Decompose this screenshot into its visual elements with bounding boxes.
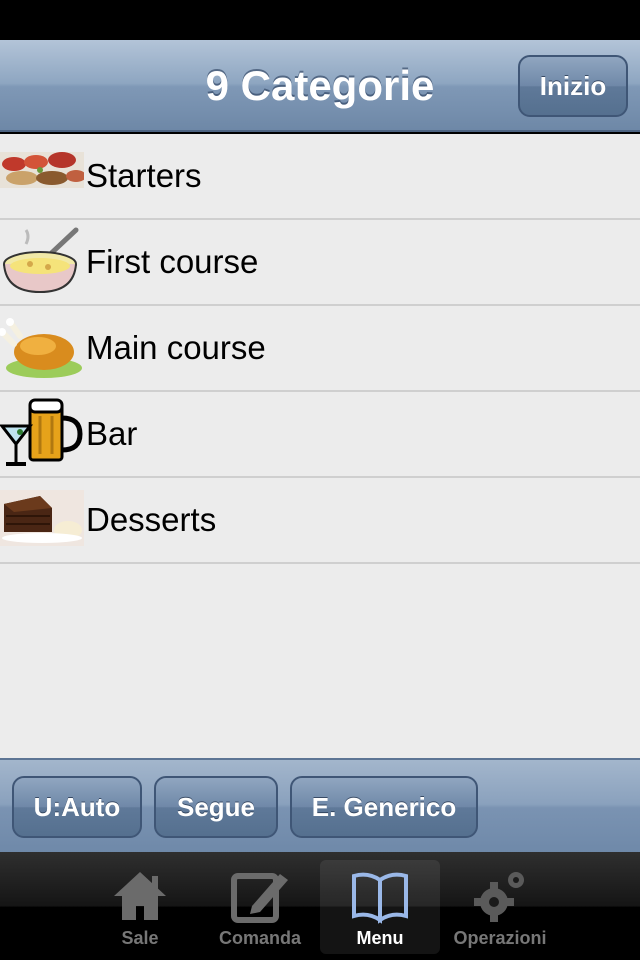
tab-label: Operazioni xyxy=(453,928,547,948)
tab-label: Menu xyxy=(356,928,404,948)
gears-icon xyxy=(470,866,530,926)
category-label: Main course xyxy=(86,329,266,366)
list-item-bar[interactable]: Bar xyxy=(0,392,640,478)
tab-operazioni[interactable]: Operazioni xyxy=(440,860,560,954)
starters-food-icon xyxy=(0,134,84,218)
roast-chicken-icon xyxy=(0,306,84,390)
generic-item-button[interactable]: E. Generico xyxy=(290,776,478,838)
category-list: Starters First course Main course Bar De… xyxy=(0,134,640,758)
segue-button[interactable]: Segue xyxy=(154,776,278,838)
cocktail-beer-icon xyxy=(0,392,84,476)
tab-label: Comanda xyxy=(218,928,301,948)
status-bar xyxy=(0,0,640,40)
category-label: Starters xyxy=(86,157,202,194)
list-item-main-course[interactable]: Main course xyxy=(0,306,640,392)
list-item-desserts[interactable]: Desserts xyxy=(0,478,640,564)
tab-label: Sale xyxy=(121,928,159,948)
soup-pot-icon xyxy=(0,220,84,304)
open-book-icon xyxy=(350,866,410,926)
house-icon xyxy=(110,866,170,926)
navigation-bar: 9 Categorie Inizio xyxy=(0,40,640,132)
tab-comanda[interactable]: Comanda xyxy=(200,860,320,954)
list-item-first-course[interactable]: First course xyxy=(0,220,640,306)
home-button[interactable]: Inizio xyxy=(518,55,628,117)
user-auto-button[interactable]: U:Auto xyxy=(12,776,142,838)
category-label: First course xyxy=(86,243,259,280)
category-label: Bar xyxy=(86,415,138,452)
edit-note-icon xyxy=(230,866,290,926)
cake-dessert-icon xyxy=(0,478,84,562)
tab-menu[interactable]: Menu xyxy=(320,860,440,954)
action-toolbar: U:Auto Segue E. Generico xyxy=(0,758,640,852)
tab-bar: Sale Comanda Menu Operazioni xyxy=(0,852,640,960)
list-item-starters[interactable]: Starters xyxy=(0,134,640,220)
tab-sale[interactable]: Sale xyxy=(80,860,200,954)
category-label: Desserts xyxy=(86,501,217,538)
